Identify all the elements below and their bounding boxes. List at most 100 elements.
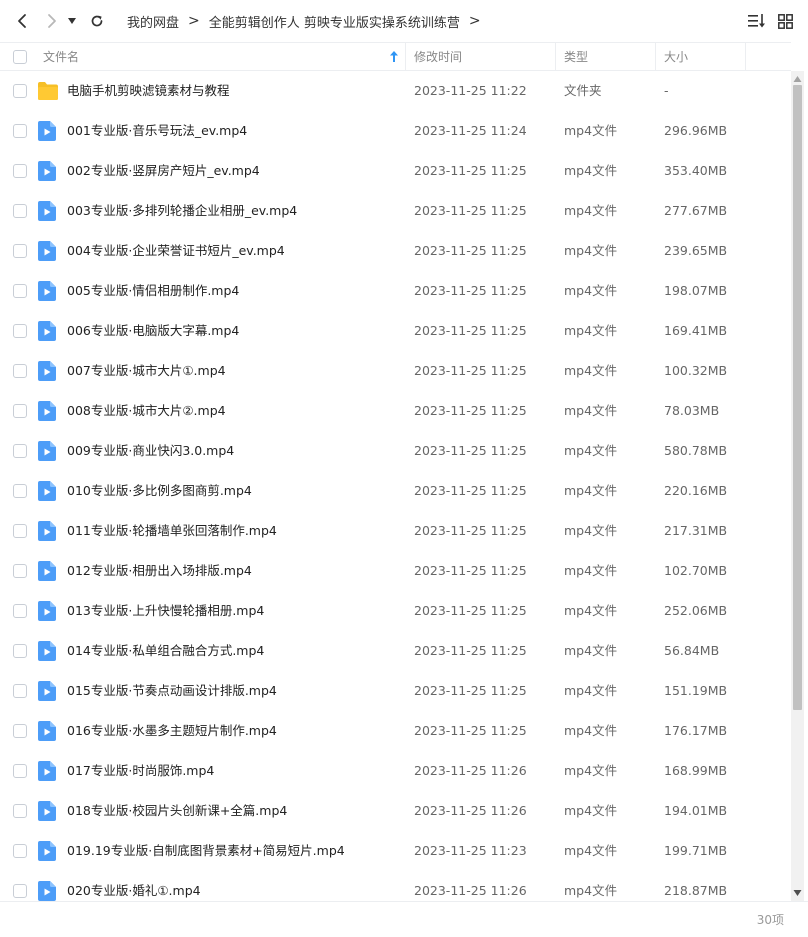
file-size: 220.16MB (664, 483, 728, 498)
row-checkbox[interactable] (13, 524, 27, 538)
file-row[interactable]: 005专业版·情侣相册制作.mp4 2023-11-25 11:25 mp4文件… (0, 271, 791, 311)
row-checkbox[interactable] (13, 604, 27, 618)
video-file-icon-wrap (38, 641, 56, 661)
row-checkbox[interactable] (13, 484, 27, 498)
file-row[interactable]: 019.19专业版·自制底图背景素材+简易短片.mp4 2023-11-25 1… (0, 831, 791, 871)
video-file-icon (38, 121, 56, 141)
history-dropdown[interactable] (64, 9, 80, 33)
row-checkbox[interactable] (13, 564, 27, 578)
file-row[interactable]: 电脑手机剪映滤镜素材与教程 2023-11-25 11:22 文件夹 - (0, 71, 791, 111)
video-file-icon-wrap (38, 481, 56, 501)
file-size: 353.40MB (664, 163, 728, 178)
video-file-icon (38, 161, 56, 181)
file-row[interactable]: 017专业版·时尚服饰.mp4 2023-11-25 11:26 mp4文件 1… (0, 751, 791, 791)
file-row[interactable]: 001专业版·音乐号玩法_ev.mp4 2023-11-25 11:24 mp4… (0, 111, 791, 151)
row-checkbox[interactable] (13, 804, 27, 818)
row-checkbox[interactable] (13, 124, 27, 138)
row-checkbox[interactable] (13, 444, 27, 458)
video-file-icon (38, 721, 56, 741)
file-row[interactable]: 007专业版·城市大片①.mp4 2023-11-25 11:25 mp4文件 … (0, 351, 791, 391)
video-file-icon (38, 761, 56, 781)
row-checkbox[interactable] (13, 204, 27, 218)
scrollbar-thumb[interactable] (793, 85, 802, 710)
checkbox-box[interactable] (13, 49, 27, 64)
row-checkbox[interactable] (13, 284, 27, 298)
file-size: 277.67MB (664, 203, 728, 218)
file-row[interactable]: 011专业版·轮播墙单张回落制作.mp4 2023-11-25 11:25 mp… (0, 511, 791, 551)
row-checkbox[interactable] (13, 324, 27, 338)
video-file-icon-wrap (38, 801, 56, 821)
file-name: 009专业版·商业快闪3.0.mp4 (67, 443, 235, 458)
file-modified-time: 2023-11-25 11:25 (414, 403, 527, 418)
file-modified-time: 2023-11-25 11:25 (414, 283, 527, 298)
breadcrumb-item-root[interactable]: 我的网盘 (127, 12, 179, 31)
row-checkbox[interactable] (13, 684, 27, 698)
video-file-icon-wrap (38, 841, 56, 861)
file-row[interactable]: 006专业版·电脑版大字幕.mp4 2023-11-25 11:25 mp4文件… (0, 311, 791, 351)
file-row[interactable]: 018专业版·校园片头创新课+全篇.mp4 2023-11-25 11:26 m… (0, 791, 791, 831)
row-checkbox[interactable] (13, 844, 27, 858)
row-checkbox[interactable] (13, 644, 27, 658)
column-size-header[interactable]: 大小 (664, 43, 688, 70)
video-file-icon (38, 561, 56, 581)
file-type: mp4文件 (564, 483, 618, 498)
video-file-icon (38, 401, 56, 421)
column-name-header[interactable]: 文件名 (43, 43, 403, 70)
column-divider[interactable] (405, 43, 406, 70)
file-modified-time: 2023-11-25 11:26 (414, 763, 527, 778)
column-divider[interactable] (655, 43, 656, 70)
video-file-icon-wrap (38, 281, 56, 301)
folder-icon-wrap (38, 82, 58, 102)
row-checkbox[interactable] (13, 244, 27, 258)
row-checkbox[interactable] (13, 364, 27, 378)
file-row[interactable]: 009专业版·商业快闪3.0.mp4 2023-11-25 11:25 mp4文… (0, 431, 791, 471)
file-name: 011专业版·轮播墙单张回落制作.mp4 (67, 523, 277, 538)
row-checkbox[interactable] (13, 764, 27, 778)
video-file-icon-wrap (38, 601, 56, 621)
file-row[interactable]: 004专业版·企业荣誉证书短片_ev.mp4 2023-11-25 11:25 … (0, 231, 791, 271)
back-button[interactable] (10, 9, 34, 33)
row-checkbox[interactable] (13, 404, 27, 418)
file-type: mp4文件 (564, 243, 618, 258)
file-row[interactable]: 016专业版·水墨多主题短片制作.mp4 2023-11-25 11:25 mp… (0, 711, 791, 751)
row-checkbox[interactable] (13, 164, 27, 178)
sort-button[interactable] (748, 12, 766, 30)
file-name: 001专业版·音乐号玩法_ev.mp4 (67, 123, 248, 138)
breadcrumb-item-current[interactable]: 全能剪辑创作人 剪映专业版实操系统训练营 (209, 12, 460, 31)
file-size: 102.70MB (664, 563, 728, 578)
file-type: mp4文件 (564, 403, 618, 418)
scroll-down-arrow-icon[interactable] (793, 889, 802, 897)
file-name: 014专业版·私单组合融合方式.mp4 (67, 643, 265, 658)
view-mode-button[interactable] (776, 12, 794, 30)
row-checkbox[interactable] (13, 84, 27, 98)
file-row[interactable]: 002专业版·竖屏房产短片_ev.mp4 2023-11-25 11:25 mp… (0, 151, 791, 191)
file-row[interactable]: 008专业版·城市大片②.mp4 2023-11-25 11:25 mp4文件 … (0, 391, 791, 431)
toolbar: 我的网盘 > 全能剪辑创作人 剪映专业版实操系统训练营 > (0, 0, 808, 42)
file-row[interactable]: 010专业版·多比例多图商剪.mp4 2023-11-25 11:25 mp4文… (0, 471, 791, 511)
video-file-icon-wrap (38, 121, 56, 141)
column-mtime-header[interactable]: 修改时间 (414, 43, 462, 70)
refresh-button[interactable] (85, 9, 109, 33)
column-divider[interactable] (555, 43, 556, 70)
video-file-icon (38, 441, 56, 461)
sort-ascending-icon[interactable] (390, 43, 398, 70)
column-type-header[interactable]: 类型 (564, 43, 588, 70)
file-row[interactable]: 014专业版·私单组合融合方式.mp4 2023-11-25 11:25 mp4… (0, 631, 791, 671)
file-row[interactable]: 015专业版·节奏点动画设计排版.mp4 2023-11-25 11:25 mp… (0, 671, 791, 711)
column-type-label: 类型 (564, 50, 589, 64)
file-row[interactable]: 012专业版·相册出入场排版.mp4 2023-11-25 11:25 mp4文… (0, 551, 791, 591)
vertical-scrollbar[interactable] (791, 71, 804, 901)
file-type: mp4文件 (564, 443, 618, 458)
column-divider[interactable] (745, 43, 746, 70)
row-checkbox[interactable] (13, 884, 27, 898)
forward-button[interactable] (40, 9, 64, 33)
scroll-up-arrow-icon[interactable] (793, 75, 802, 83)
select-all-checkbox[interactable] (13, 43, 27, 70)
file-type: mp4文件 (564, 803, 618, 818)
file-size: 168.99MB (664, 763, 728, 778)
file-row[interactable]: 003专业版·多排列轮播企业相册_ev.mp4 2023-11-25 11:25… (0, 191, 791, 231)
file-type: mp4文件 (564, 723, 618, 738)
row-checkbox[interactable] (13, 724, 27, 738)
file-row[interactable]: 013专业版·上升快慢轮播相册.mp4 2023-11-25 11:25 mp4… (0, 591, 791, 631)
file-name: 012专业版·相册出入场排版.mp4 (67, 563, 252, 578)
